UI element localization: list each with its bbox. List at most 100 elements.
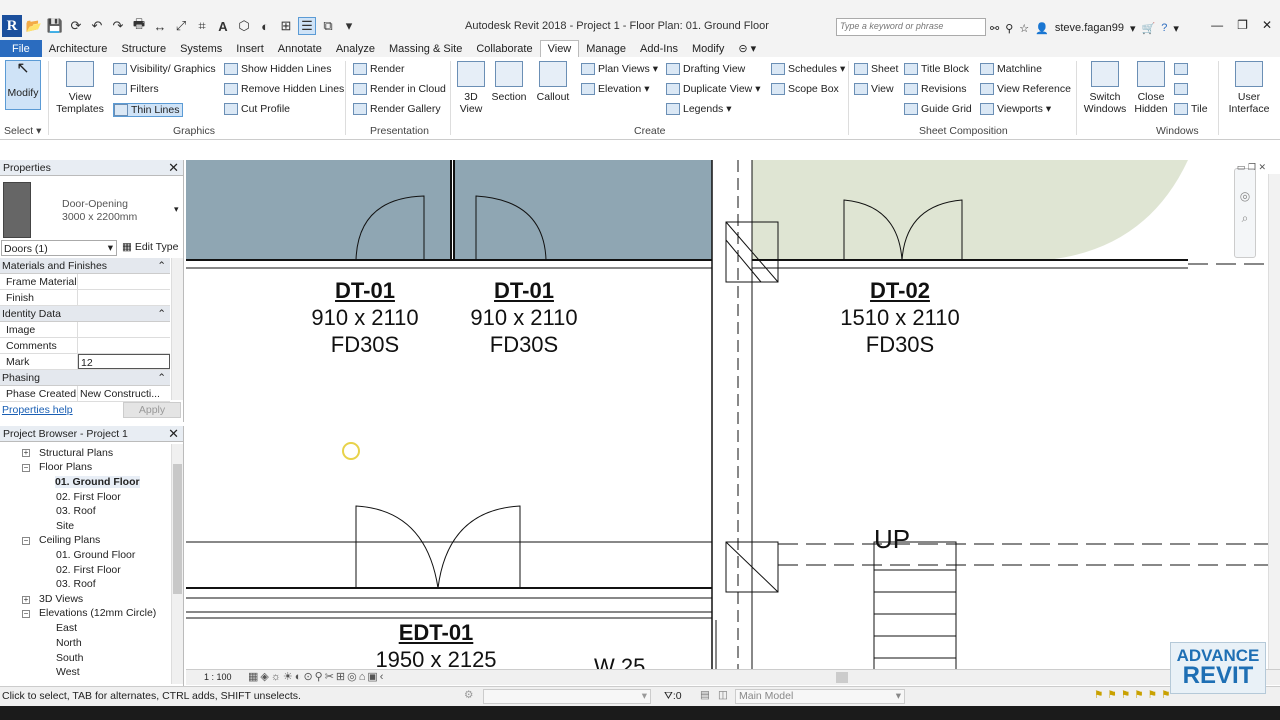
close-icon[interactable]: ✕ — [1262, 18, 1272, 32]
revisions-button[interactable]: Revisions — [904, 83, 967, 95]
replicate-button[interactable] — [1174, 63, 1188, 75]
user-icon[interactable]: 👤 — [1035, 22, 1049, 35]
close-icon[interactable]: ✕ — [168, 160, 179, 176]
chevron-down-icon[interactable]: ▾ — [1173, 22, 1179, 35]
door-tag-edt01[interactable]: EDT-01 1950 x 2125 — [362, 620, 510, 670]
user-name[interactable]: steve.fagan99 — [1055, 22, 1124, 34]
row-phase-created[interactable]: Phase Created New Constructi... — [0, 386, 170, 402]
matchline-button[interactable]: Matchline — [980, 63, 1042, 75]
cut-profile-button[interactable]: Cut Profile — [224, 103, 290, 115]
modify-button[interactable]: ↖ Modify — [5, 60, 41, 110]
switch-windows-button[interactable]: Switch Windows — [1084, 61, 1126, 115]
vertical-scrollbar[interactable] — [1268, 174, 1280, 670]
plan-views-button[interactable]: Plan Views ▾ — [581, 63, 658, 75]
tab-structure[interactable]: Structure — [114, 40, 173, 57]
tab-massing-site[interactable]: Massing & Site — [382, 40, 469, 57]
collapse-icon[interactable]: − — [22, 610, 30, 618]
cascade-button[interactable] — [1174, 83, 1188, 95]
tab-systems[interactable]: Systems — [173, 40, 229, 57]
tree-first-floor[interactable]: 02. First Floor — [56, 491, 121, 503]
minimize-icon[interactable]: — — [1211, 18, 1223, 32]
tree-west[interactable]: West — [56, 666, 80, 678]
row-finish[interactable]: Finish — [0, 290, 170, 306]
undo-icon[interactable]: ↶ — [88, 17, 106, 35]
open-icon[interactable]: 📂 — [25, 17, 43, 35]
close-hidden-icon[interactable]: ☰ — [298, 17, 316, 35]
tab-architecture[interactable]: Architecture — [42, 40, 115, 57]
thin-lines-button[interactable]: Thin Lines — [113, 103, 184, 117]
callout-button[interactable]: Callout — [535, 61, 571, 103]
collapse-icon[interactable]: − — [22, 537, 30, 545]
subscription-icon[interactable]: ⚲ — [1005, 22, 1013, 35]
group-materials[interactable]: Materials and Finishes ⌃ — [0, 258, 170, 274]
door-tag-dt01-b[interactable]: DT-01 910 x 2110 FD30S — [455, 278, 593, 358]
tree-ceiling-roof[interactable]: 03. Roof — [56, 578, 96, 590]
guide-grid-button[interactable]: Guide Grid — [904, 103, 972, 115]
workset-selector[interactable]: ▾ — [483, 689, 651, 704]
steering-wheel-icon[interactable]: ◎ — [1235, 189, 1255, 203]
expand-icon[interactable]: + — [22, 596, 30, 604]
render-gallery-button[interactable]: Render Gallery — [353, 103, 441, 115]
tab-manage[interactable]: Manage — [579, 40, 633, 57]
3d-view-button[interactable]: 3D View — [456, 61, 486, 115]
tree-ground-floor[interactable]: 01. Ground Floor — [55, 476, 140, 488]
help-icon[interactable]: ? — [1161, 22, 1167, 34]
thin-lines-icon[interactable]: ⊞ — [277, 17, 295, 35]
select-panel-label[interactable]: Select ▾ — [4, 125, 41, 137]
tree-ceiling-ground[interactable]: 01. Ground Floor — [56, 549, 135, 561]
tag-icon[interactable]: ⌗ — [193, 17, 211, 35]
view-button[interactable]: View — [854, 83, 894, 95]
favorites-icon[interactable]: ☆ — [1019, 22, 1029, 35]
text-icon[interactable]: A — [214, 17, 232, 35]
visibility-graphics-button[interactable]: Visibility/ Graphics — [113, 63, 216, 75]
mark-input[interactable]: 12 — [78, 354, 170, 369]
instance-selector[interactable]: Doors (1) ▾ — [1, 240, 117, 256]
browser-scrollbar[interactable] — [171, 444, 183, 684]
tree-ceiling-first[interactable]: 02. First Floor — [56, 564, 121, 576]
tree-roof[interactable]: 03. Roof — [56, 505, 96, 517]
tree-east[interactable]: East — [56, 622, 77, 634]
tree-south[interactable]: South — [56, 652, 83, 664]
legends-button[interactable]: Legends ▾ — [666, 103, 732, 115]
restore-icon[interactable]: ❐ — [1237, 18, 1248, 32]
remove-hidden-lines-button[interactable]: Remove Hidden Lines — [224, 83, 344, 95]
tab-add-ins[interactable]: Add-Ins — [633, 40, 685, 57]
section-icon[interactable]: ◐ — [256, 17, 274, 35]
view-reference-button[interactable]: View Reference — [980, 83, 1071, 95]
design-options-icon[interactable]: ▤ — [700, 689, 710, 701]
tree-floor-plans[interactable]: Floor Plans — [39, 461, 92, 473]
apply-button[interactable]: Apply — [123, 402, 181, 418]
tree-structural-plans[interactable]: Structural Plans — [39, 447, 113, 459]
workset-icon[interactable]: ⚙ — [464, 689, 473, 701]
edit-type-button[interactable]: ▦ Edit Type — [122, 241, 178, 253]
tree-north[interactable]: North — [56, 637, 82, 649]
row-mark[interactable]: Mark 12 — [0, 354, 170, 370]
editing-requests-icon[interactable]: ◫ — [718, 689, 728, 701]
render-button[interactable]: Render — [353, 63, 404, 75]
title-block-button[interactable]: Title Block — [904, 63, 969, 75]
tree-3d-views[interactable]: 3D Views — [39, 593, 83, 605]
design-option-selector[interactable]: Main Model ▾ — [735, 689, 905, 704]
search-input[interactable]: Type a keyword or phrase — [836, 18, 986, 36]
tab-collaborate[interactable]: Collaborate — [469, 40, 539, 57]
row-image[interactable]: Image — [0, 322, 170, 338]
door-tag-dt01-a[interactable]: DT-01 910 x 2110 FD30S — [296, 278, 434, 358]
navigation-bar[interactable]: ◎ ⌕ — [1234, 168, 1256, 258]
tree-elevations[interactable]: Elevations (12mm Circle) — [39, 607, 156, 619]
customize-qat-icon[interactable]: ▾ — [340, 17, 358, 35]
user-interface-button[interactable]: User Interface — [1226, 61, 1272, 115]
horizontal-scroll-thumb[interactable] — [836, 672, 848, 683]
view-templates-button[interactable]: View Templates — [55, 61, 105, 115]
tree-ceiling-plans[interactable]: Ceiling Plans — [39, 534, 100, 546]
tab-view[interactable]: View — [539, 40, 580, 57]
section-button[interactable]: Section — [491, 61, 527, 103]
zoom-icon[interactable]: ⌕ — [1235, 211, 1255, 226]
tab-annotate[interactable]: Annotate — [271, 40, 329, 57]
view-scale[interactable]: 1 : 100 — [204, 672, 232, 682]
dimension-icon[interactable]: ⤢ — [172, 17, 190, 35]
close-hidden-button[interactable]: Close Hidden — [1132, 61, 1170, 115]
selection-filter-icons[interactable]: ⚑⚑⚑⚑⚑⚑ — [1094, 689, 1174, 701]
show-hidden-lines-button[interactable]: Show Hidden Lines — [224, 63, 331, 75]
tree-site[interactable]: Site — [56, 520, 74, 532]
expand-icon[interactable]: + — [22, 449, 30, 457]
